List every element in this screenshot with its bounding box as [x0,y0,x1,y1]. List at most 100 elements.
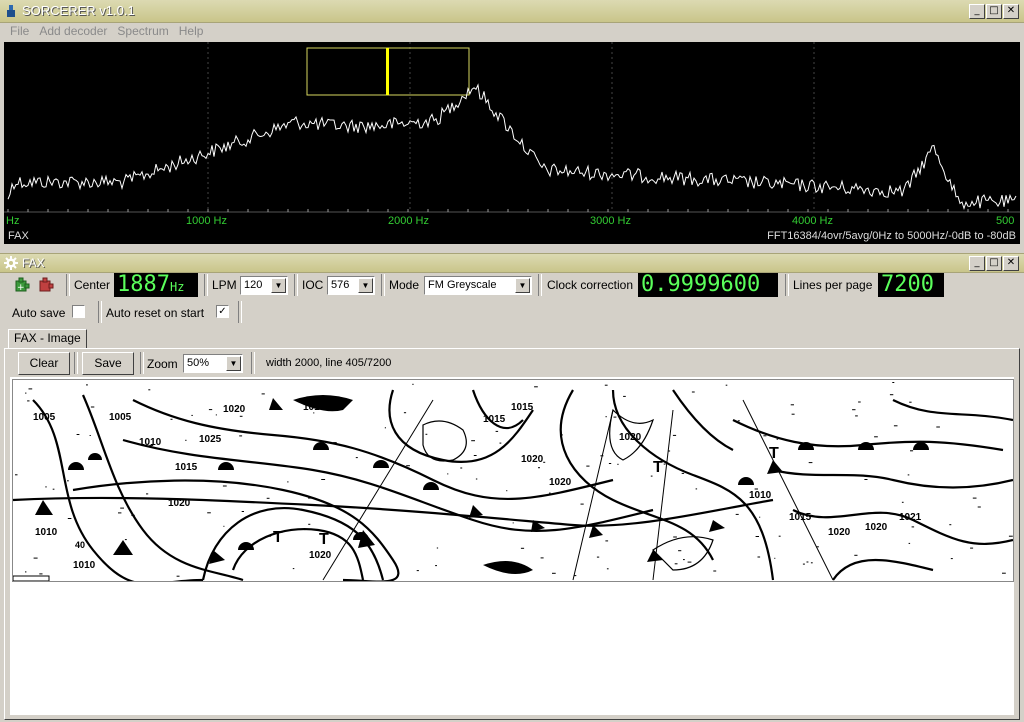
main-titlebar: SORCERER v1.0.1 _ □ ✕ [0,0,1024,23]
zoom-select[interactable]: 50% ▼ [183,354,243,373]
pressure-labels: 1005 1010 1020 1025 1015 1020 1010 1020 … [33,402,922,571]
toolbar-separator [74,352,78,374]
pressure-label: 1020 [521,454,544,465]
pressure-label: 1005 [109,412,132,423]
menu-help[interactable]: Help [179,24,204,38]
zoom-label: Zoom [147,357,178,371]
toolbar-separator [66,274,70,296]
fax-window-controls: _ □ ✕ [968,256,1019,271]
ioc-select[interactable]: 576 ▼ [327,276,375,295]
spectrum-display[interactable]: Hz 1000 Hz 2000 Hz 3000 Hz 4000 Hz 500 F… [4,42,1020,244]
lpm-select[interactable]: 120 ▼ [240,276,288,295]
fax-tab-bar: FAX - Image [4,327,1020,349]
toolbar-separator [204,274,208,296]
gear-icon [4,256,18,270]
spectrum-trace [7,83,1017,211]
fax-weather-map[interactable]: 1005 1010 1020 1025 1015 1020 1010 1020 … [12,379,1014,582]
pressure-label: 1015 [175,462,198,473]
pressure-label: 1025 [199,434,222,445]
menu-file[interactable]: File [10,24,29,38]
ioc-value: 576 [331,279,350,291]
fax-titlebar: FAX _ □ ✕ [0,253,1024,273]
mode-label: Mode [389,278,420,292]
tab-fax-image[interactable]: FAX - Image [8,329,87,349]
pressure-label: 1020 [865,522,888,533]
toolbar-separator [294,274,298,296]
clear-button[interactable]: Clear [18,352,70,375]
maximize-button[interactable]: □ [986,4,1002,19]
pressure-label: 1015 [789,512,812,523]
fax-title: FAX [22,256,45,270]
auto-reset-checkbox[interactable]: ✓ [216,305,229,318]
menu-bar: File Add decoder Spectrum Help [0,22,1024,40]
pressure-label: 1020 [549,477,572,488]
window-title: SORCERER v1.0.1 [22,3,135,18]
chevron-down-icon[interactable]: ▼ [226,356,241,371]
lines-per-page-display[interactable]: 7200 [878,273,944,297]
high-marker: T [653,459,663,476]
pressure-label: 1015 [511,402,534,413]
zoom-value: 50% [187,357,210,369]
fax-close-button[interactable]: ✕ [1003,256,1019,271]
freq-label-hz: Hz [6,215,19,227]
chevron-down-icon[interactable]: ▼ [515,278,530,293]
center-marker[interactable] [386,48,389,95]
toolbar-separator [98,301,102,323]
chevron-down-icon[interactable]: ▼ [358,278,373,293]
clock-correction-display[interactable]: 0.9999600 [638,273,778,297]
toolbar-separator [785,274,789,296]
spectrum-info: FFT16384/4ovr/5avg/0Hz to 5000Hz/-0dB to… [767,230,1016,242]
freq-label-3000: 3000 Hz [590,215,631,227]
minimize-button[interactable]: _ [969,4,985,19]
remove-puzzle-icon[interactable] [38,277,56,293]
toolbar-separator [538,274,542,296]
lpm-label: LPM [212,278,237,292]
pressure-label: 1010 [73,560,96,571]
svg-text:+: + [17,283,25,293]
add-puzzle-icon[interactable]: + [14,277,32,293]
auto-save-label: Auto save [12,306,66,320]
center-value: 1887 [117,272,170,297]
pressure-label: 1020 [223,404,246,415]
pressure-label: 1020 [309,550,332,561]
freq-label-1000: 1000 Hz [186,215,227,227]
high-marker: T [769,445,779,462]
fax-maximize-button[interactable]: □ [986,256,1002,271]
save-button[interactable]: Save [82,352,134,375]
pressure-label: 1020 [619,432,642,443]
mode-value: FM Greyscale [428,279,497,291]
toolbar-separator [251,352,255,374]
mode-select[interactable]: FM Greyscale ▼ [424,276,532,295]
spectrum-mode-label: FAX [8,230,29,242]
high-marker: T [273,529,283,546]
fax-minimize-button[interactable]: _ [969,256,985,271]
pressure-label: 1010 [749,490,772,501]
toolbar-separator [238,301,242,323]
toolbar-separator [140,352,144,374]
pressure-label: 1005 [33,412,56,423]
chevron-down-icon[interactable]: ▼ [271,278,286,293]
pressure-label: 40 [75,540,85,550]
pressure-label: 1010 [139,437,162,448]
ioc-label: IOC [302,278,324,292]
center-frequency-display[interactable]: 1887Hz [114,273,198,297]
center-unit: Hz [169,280,185,294]
freq-label-4000: 4000 Hz [792,215,833,227]
toolbar-separator [381,274,385,296]
fax-toolbar: + Center 1887Hz LPM 120 ▼ IOC 576 ▼ Mode F… [0,272,1024,298]
window-controls: _ □ ✕ [968,4,1019,19]
menu-spectrum[interactable]: Spectrum [117,24,168,38]
freq-label-5000: 500 [996,215,1014,227]
pressure-label: 1015 [483,414,506,425]
pressure-label: 1010 [35,527,58,538]
weather-map-svg: 1005 1010 1020 1025 1015 1020 1010 1020 … [13,382,1013,581]
freq-label-2000: 2000 Hz [388,215,429,227]
isobars [13,389,1013,581]
auto-save-checkbox[interactable] [72,305,85,318]
menu-add-decoder[interactable]: Add decoder [39,24,107,38]
sorcerer-app-icon [7,5,15,17]
close-button[interactable]: ✕ [1003,4,1019,19]
auto-reset-label: Auto reset on start [106,306,205,320]
fax-options-row: Auto save Auto reset on start ✓ [0,299,1024,325]
pressure-label: 1020 [828,527,851,538]
